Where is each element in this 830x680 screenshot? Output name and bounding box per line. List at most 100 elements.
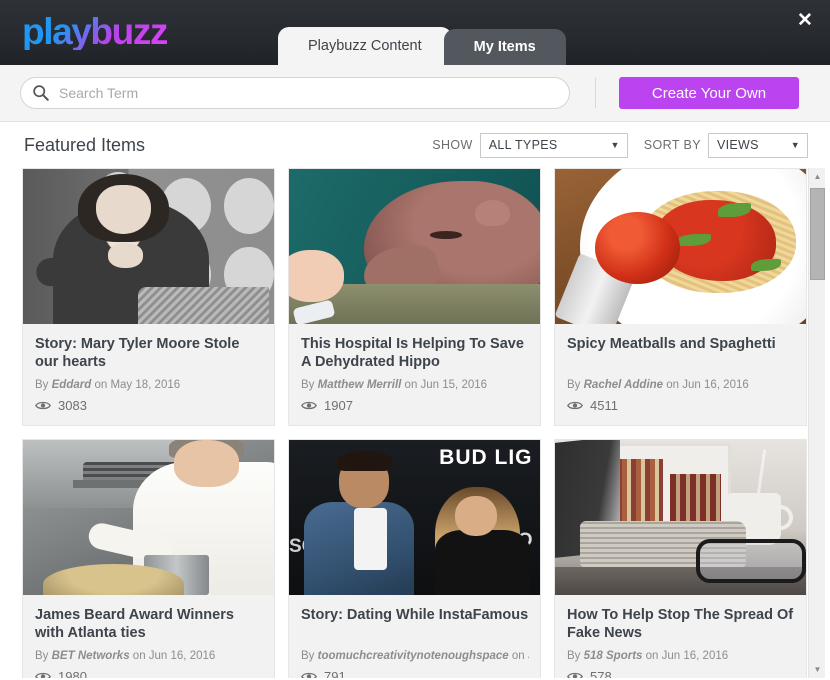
mary-tyler-moore-photo (23, 169, 274, 324)
by-prefix: By (35, 379, 49, 391)
card-title: Spicy Meatballs and Spaghetti (567, 336, 776, 352)
card-title: Story: Mary Tyler Moore Stole our hearts (35, 336, 240, 371)
card-author: Matthew Merrill (317, 379, 402, 391)
content-card[interactable]: Story: Mary Tyler Moore Stole our hearts… (22, 168, 275, 426)
content-card[interactable]: BUD LIG nRO SO Story: Dating While Insta… (288, 439, 541, 678)
card-date: on Jun 15, 2016 (404, 379, 488, 391)
card-thumbnail[interactable] (555, 169, 806, 324)
card-author: toomuchcreativitynotenoughspace (317, 650, 509, 662)
search-input[interactable] (20, 77, 570, 109)
content-toolbar: Featured Items SHOW ALL TYPES ▼ SORT BY … (0, 122, 830, 168)
card-byline: By 518 Sports on Jun 16, 2016 (567, 650, 795, 662)
by-prefix: By (567, 650, 581, 662)
card-thumbnail[interactable] (23, 440, 274, 595)
search-field-wrapper (20, 77, 570, 109)
show-type-select[interactable]: ALL TYPES ▼ (479, 132, 628, 158)
red-carpet-couple-photo: BUD LIG nRO SO (289, 440, 540, 595)
content-card[interactable]: James Beard Award Winners with Atlanta t… (22, 439, 275, 678)
card-byline: By Matthew Merrill on Jun 15, 2016 (301, 379, 529, 391)
card-byline: By BET Networks on Jun 16, 2016 (35, 650, 263, 662)
card-view-count: 3083 (58, 398, 87, 413)
eye-icon (35, 401, 51, 410)
card-author: 518 Sports (583, 650, 643, 662)
playbuzz-logo: playbuzz (22, 11, 168, 52)
card-body: How To Help Stop The Spread Of Fake News… (555, 595, 806, 678)
eye-icon (301, 401, 317, 410)
card-thumbnail[interactable] (23, 169, 274, 324)
card-byline: By Eddard on May 18, 2016 (35, 379, 263, 391)
card-title: This Hospital Is Helping To Save A Dehyd… (301, 336, 524, 371)
card-author: Rachel Addine (583, 379, 664, 391)
by-prefix: By (301, 379, 315, 391)
sort-by-select[interactable]: VIEWS ▼ (708, 132, 808, 158)
close-icon[interactable]: ✕ (792, 8, 818, 34)
chevron-down-icon: ▼ (790, 140, 800, 150)
card-views: 1980 (35, 669, 263, 678)
card-date: on Jun (511, 650, 529, 662)
toolbar-divider (595, 78, 596, 108)
tab-my-items[interactable]: My Items (443, 29, 566, 65)
sort-by-label: SORT BY (643, 138, 701, 152)
card-views: 3083 (35, 398, 263, 413)
baby-hippo-photo (289, 169, 540, 324)
card-body: James Beard Award Winners with Atlanta t… (23, 595, 274, 678)
card-title: James Beard Award Winners with Atlanta t… (35, 607, 234, 642)
tab-playbuzz-content-label: Playbuzz Content (308, 38, 422, 54)
backdrop-text-budlight: BUD LIG (439, 446, 533, 470)
items-grid: Story: Mary Tyler Moore Stole our hearts… (22, 168, 808, 678)
tab-bar: Playbuzz Content My Items (278, 27, 566, 65)
app-header: playbuzz ✕ Playbuzz Content My Items (0, 0, 830, 65)
chef-kitchen-photo (23, 440, 274, 595)
scroll-up-arrow-icon[interactable]: ▲ (809, 168, 826, 185)
logo-text: playbuzz (22, 11, 168, 52)
card-body: Spicy Meatballs and Spaghetti By Rachel … (555, 324, 806, 425)
search-bar: Create Your Own (0, 65, 830, 122)
card-views: 791 (301, 669, 529, 678)
by-prefix: By (301, 650, 315, 662)
show-type-value: ALL TYPES (488, 138, 558, 152)
content-card[interactable]: How To Help Stop The Spread Of Fake News… (554, 439, 807, 678)
card-byline: By Rachel Addine on Jun 16, 2016 (567, 379, 795, 391)
content-card[interactable]: This Hospital Is Helping To Save A Dehyd… (288, 168, 541, 426)
chevron-down-icon: ▼ (610, 140, 620, 150)
tab-my-items-label: My Items (473, 39, 536, 55)
card-view-count: 578 (590, 669, 612, 678)
card-body: This Hospital Is Helping To Save A Dehyd… (289, 324, 540, 425)
by-prefix: By (567, 379, 581, 391)
card-title: Story: Dating While InstaFamous (301, 607, 529, 623)
card-author: Eddard (51, 379, 92, 391)
card-date: on Jun 16, 2016 (132, 650, 216, 662)
content-scrollbar[interactable]: ▲ ▼ (808, 168, 825, 678)
card-view-count: 1907 (324, 398, 353, 413)
card-thumbnail[interactable] (289, 169, 540, 324)
card-views: 1907 (301, 398, 529, 413)
eye-icon (35, 672, 51, 678)
tab-playbuzz-content[interactable]: Playbuzz Content (278, 27, 452, 65)
eye-icon (567, 672, 583, 678)
content-area: Featured Items SHOW ALL TYPES ▼ SORT BY … (0, 122, 830, 680)
card-thumbnail[interactable]: BUD LIG nRO SO (289, 440, 540, 595)
eye-icon (301, 672, 317, 678)
card-views: 4511 (567, 398, 795, 413)
card-view-count: 4511 (590, 398, 618, 413)
items-grid-viewport: Story: Mary Tyler Moore Stole our hearts… (22, 168, 808, 678)
card-view-count: 1980 (58, 669, 87, 678)
show-filter-label: SHOW (432, 138, 473, 152)
card-thumbnail[interactable] (555, 440, 806, 595)
scrollbar-thumb[interactable] (810, 188, 825, 280)
card-title: How To Help Stop The Spread Of Fake News (567, 607, 794, 642)
create-your-own-button[interactable]: Create Your Own (619, 77, 799, 109)
card-date: on Jun 16, 2016 (666, 379, 749, 391)
scroll-down-arrow-icon[interactable]: ▼ (809, 661, 826, 678)
card-date: on May 18, 2016 (94, 379, 181, 391)
card-body: Story: Dating While InstaFamous By toomu… (289, 595, 540, 678)
by-prefix: By (35, 650, 49, 662)
content-card[interactable]: Spicy Meatballs and Spaghetti By Rachel … (554, 168, 807, 426)
card-body: Story: Mary Tyler Moore Stole our hearts… (23, 324, 274, 425)
sort-filter-group: SORT BY VIEWS ▼ (643, 132, 808, 158)
sort-by-value: VIEWS (717, 138, 759, 152)
page-title: Featured Items (24, 134, 146, 155)
card-date: on Jun 16, 2016 (645, 650, 729, 662)
card-author: BET Networks (51, 650, 130, 662)
card-byline: By toomuchcreativitynotenoughspace on Ju… (301, 650, 529, 662)
